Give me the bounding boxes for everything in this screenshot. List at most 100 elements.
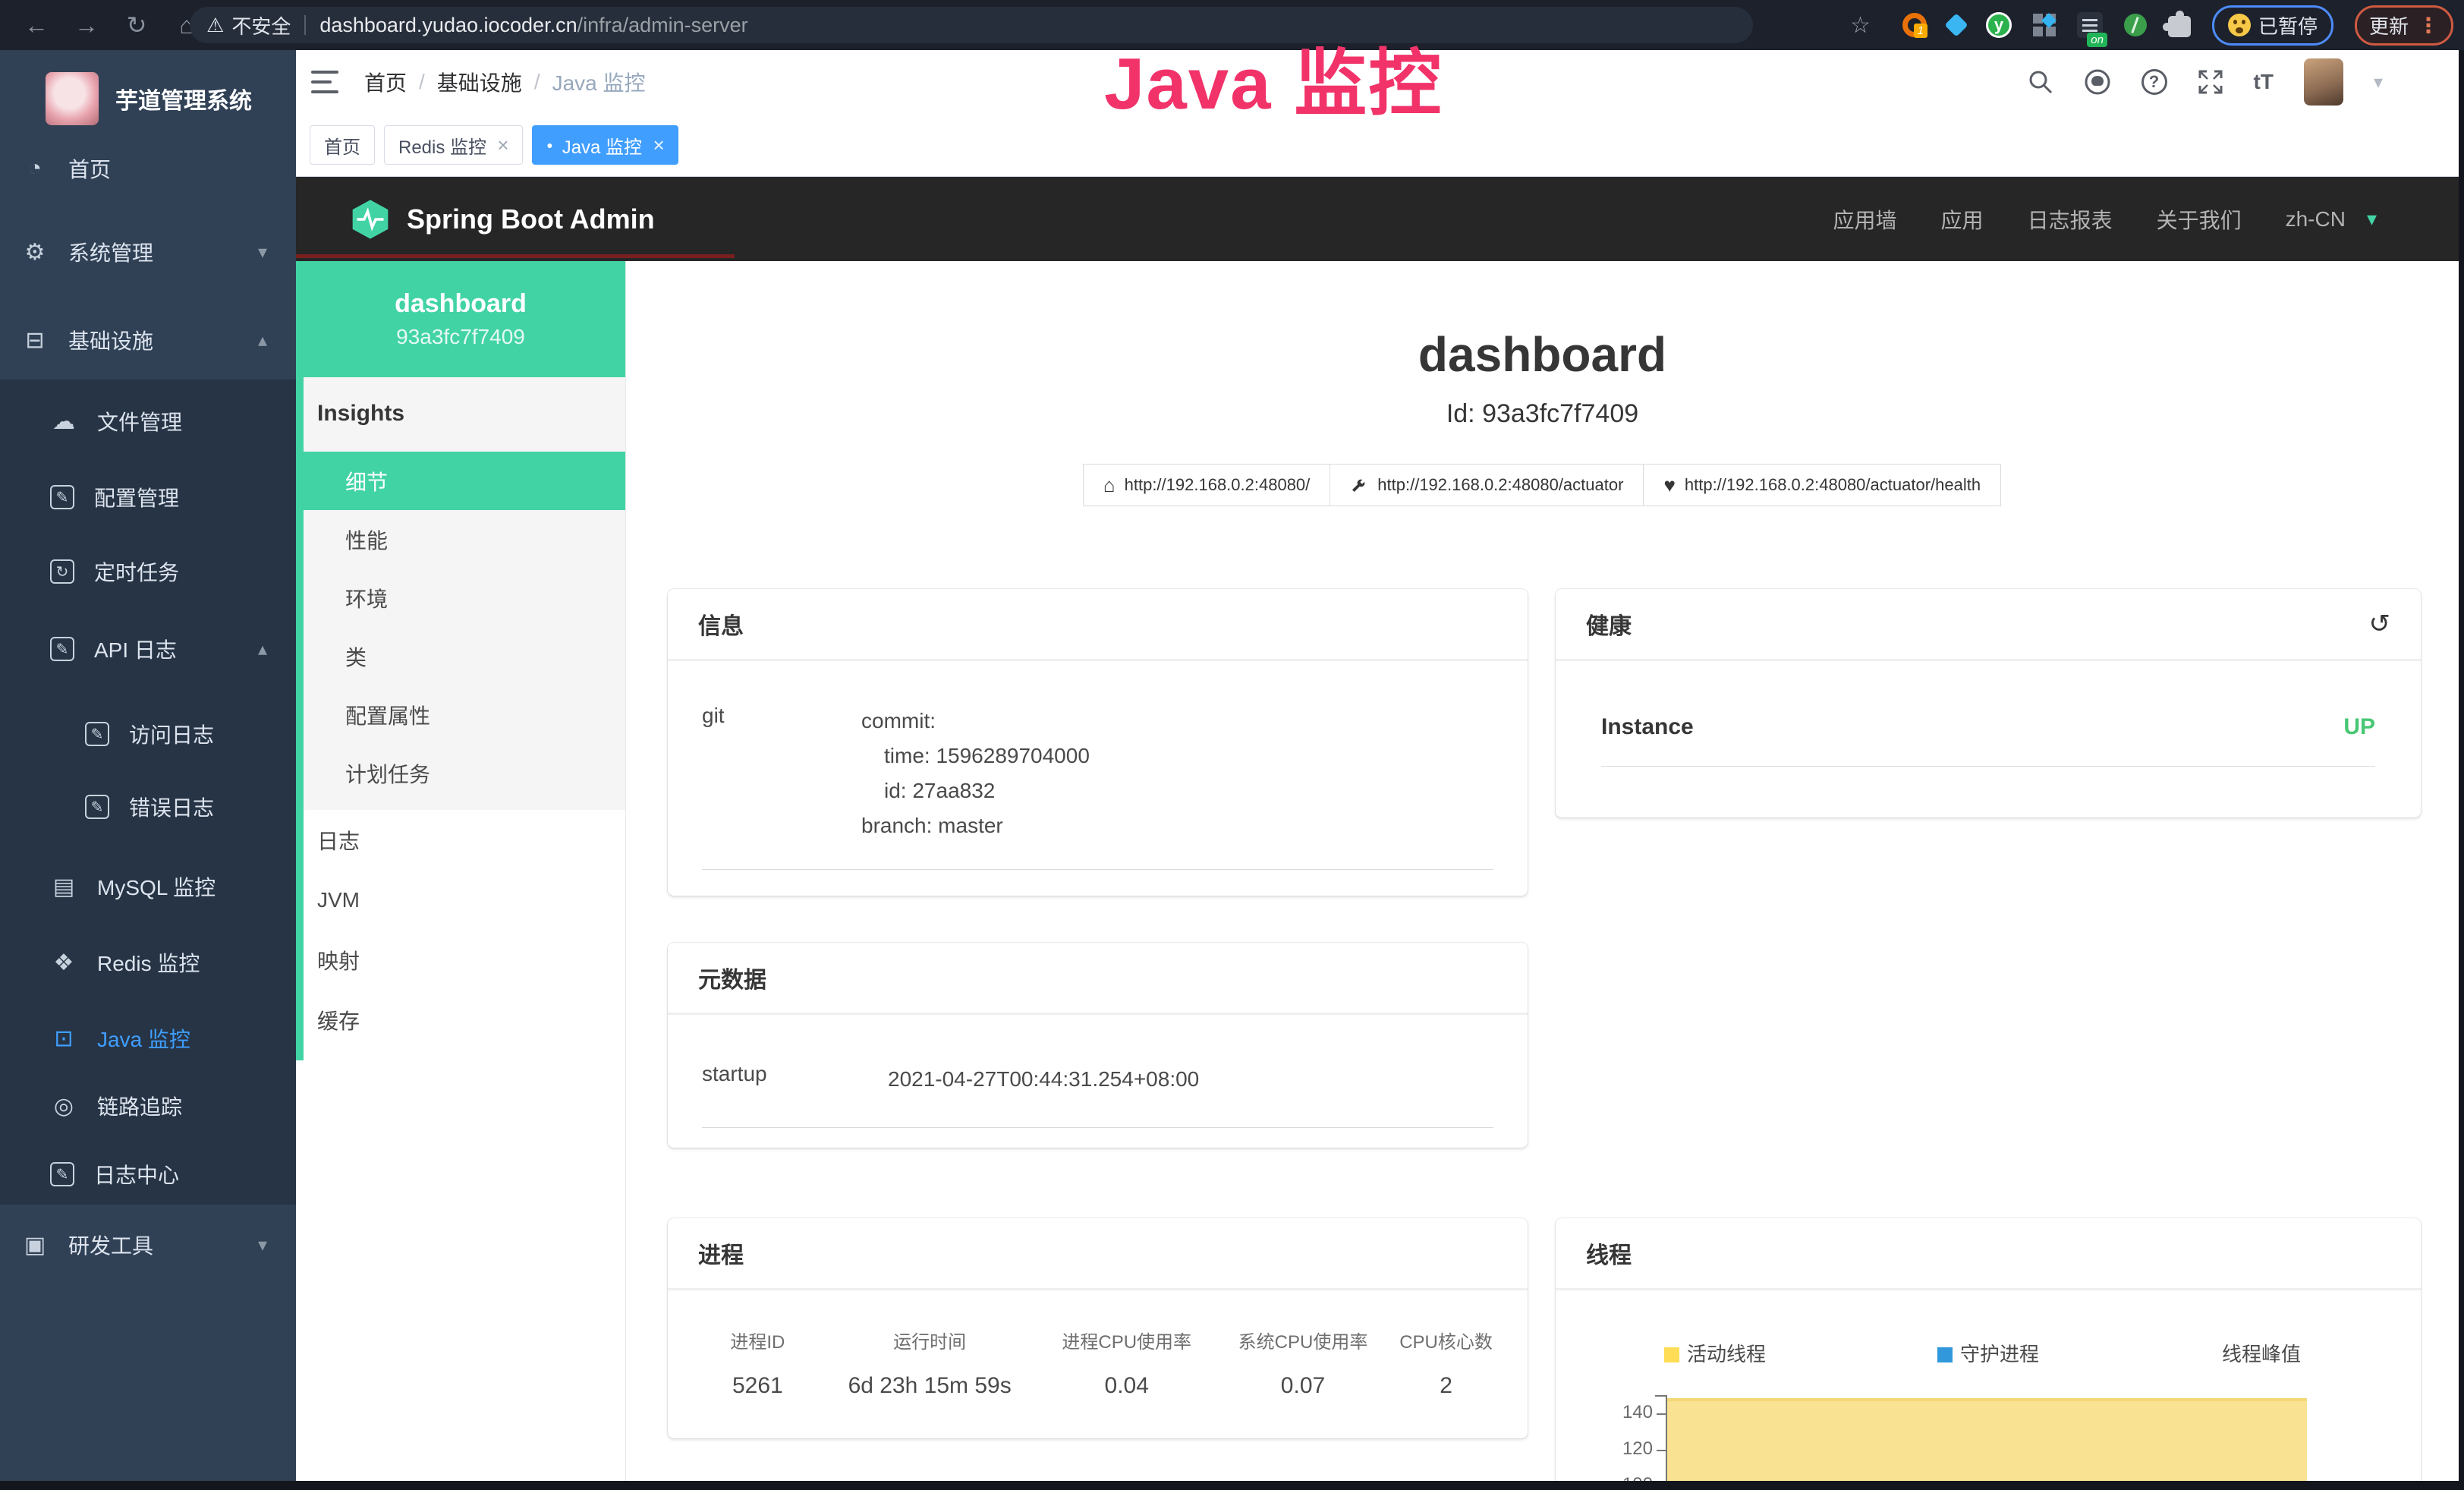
update-label: 更新 [2369,11,2409,39]
sba-menu-item-logs[interactable]: 日志 [304,810,625,870]
user-avatar[interactable] [2304,58,2343,106]
blue-swatch-icon [1937,1347,1953,1362]
instance-header[interactable]: dashboard 93a3fc7f7409 [296,261,625,377]
sidebar-item-error-logs[interactable]: ✎ 错误日志 [0,769,296,845]
sba-menu-item-scheduled[interactable]: 计划任务 [304,744,625,802]
sidebar-item-scheduled-tasks[interactable]: ↻ 定时任务 [0,534,296,610]
paused-button[interactable]: 已暂停 [2212,5,2333,46]
close-icon[interactable]: × [653,134,664,157]
caret-down-icon[interactable]: ▾ [2367,207,2377,231]
sidebar-item-label: 基础设施 [68,325,153,355]
bookmark-star-icon[interactable]: ☆ [1850,12,1871,39]
page-subtitle: Id: 93a3fc7f7409 [626,399,2459,429]
sidebar-item-label: MySQL 监控 [97,871,216,902]
forward-icon[interactable]: → [73,11,100,39]
address-bar[interactable]: ⚠ 不安全 dashboard.yudao.iocoder.cn/infra/a… [190,7,1753,43]
sba-menu-item-classes[interactable]: 类 [304,627,625,685]
sba-nav-applications[interactable]: 应用 [1941,204,1984,235]
breadcrumb-infrastructure[interactable]: 基础设施 [437,67,522,97]
sba-nav-applications-wall[interactable]: 应用墙 [1833,204,1897,235]
breadcrumb-separator: / [419,70,425,94]
app-logo-row[interactable]: 芋道管理系统 [0,61,296,137]
y-tick-label: 100 [1586,1474,1653,1481]
sidebar-item-dev-tools[interactable]: ▣ 研发工具 ▾ [0,1207,296,1283]
help-icon[interactable]: ? [2141,69,2167,95]
sidebar-item-trace[interactable]: ◎ 链路追踪 [0,1068,296,1144]
link-actuator-url[interactable]: http://192.168.0.2:48080/actuator [1330,464,1644,506]
process-pid: 5261 [683,1373,832,1399]
sba-menu-item-environment[interactable]: 环境 [304,569,625,627]
info-value: commit: time: 1596289704000 id: 27aa832 … [861,704,1090,843]
kebab-menu-icon: ⋮ [2418,13,2439,38]
sidebar-item-infrastructure[interactable]: ⊟ 基础设施 ▴ [0,302,296,378]
sba-menu-item-metrics[interactable]: 性能 [304,510,625,569]
divider [304,15,306,35]
extension-icon-green[interactable]: y [1986,12,2012,38]
spring-boot-admin-logo-icon[interactable] [349,198,392,241]
close-icon[interactable]: × [497,134,508,157]
extensions-puzzle-icon[interactable] [2168,16,2191,37]
window-right-edge [2459,50,2464,1490]
sidebar-item-label: 首页 [68,153,111,184]
tab-redis-monitor[interactable]: Redis 监控 × [384,125,523,165]
sidebar-item-label: 链路追踪 [97,1091,182,1121]
fullscreen-icon[interactable] [2198,69,2223,95]
extension-icon-pin[interactable] [1944,13,1968,36]
sidebar-item-log-center[interactable]: ✎ 日志中心 [0,1136,296,1212]
sba-nav-about[interactable]: 关于我们 [2157,204,2242,235]
sidebar-item-java-monitor[interactable]: ⊡ Java 监控 [0,1000,296,1076]
hamburger-menu-icon[interactable] [311,71,338,93]
breadcrumb: 首页 / 基础设施 / Java 监控 [364,67,646,97]
reload-icon[interactable]: ↻ [123,11,150,39]
process-table-header: 进程ID 运行时间 进程CPU使用率 系统CPU使用率 CPU核心数 [683,1327,1512,1353]
sba-menu-item-mappings[interactable]: 映射 [304,930,625,990]
sba-menu-item-details[interactable]: 细节 [304,452,625,510]
sidebar-item-system[interactable]: ⚙ 系统管理 ▾ [0,214,296,290]
extension-icon-list[interactable]: on [2077,12,2103,38]
sidebar-item-label: 文件管理 [97,406,182,436]
sidebar-item-file-management[interactable]: ☁ 文件管理 [0,383,296,459]
annotation-java-monitor: Java 监控 [1104,24,1443,130]
sidebar-item-label: 访问日志 [129,719,214,749]
search-icon[interactable] [2028,69,2053,95]
sidebar-item-mysql-monitor[interactable]: ▤ MySQL 监控 [0,849,296,925]
health-row-instance[interactable]: Instance UP [1601,714,2375,740]
card-title: 线程 [1586,1236,1632,1270]
red-line-artifact [296,254,735,258]
font-size-icon[interactable]: tT [2254,70,2274,94]
column-header: 系统CPU使用率 [1226,1327,1380,1353]
sba-menu-item-jvm[interactable]: JVM [304,870,625,930]
link-home-url[interactable]: ⌂ http://192.168.0.2:48080/ [1083,464,1330,506]
tab-label: Java 监控 [562,132,642,159]
tab-java-monitor[interactable]: ● Java 监控 × [532,125,678,165]
extension-icon-grid[interactable] [2033,14,2056,36]
tab-home[interactable]: 首页 [310,125,375,165]
sba-instance-sidebar: dashboard 93a3fc7f7409 Insights 细节 性能 环境… [296,261,626,1481]
sba-menu-item-config-props[interactable]: 配置属性 [304,685,625,744]
sidebar-item-config-management[interactable]: ✎ 配置管理 [0,459,296,535]
security-label[interactable]: 不安全 [231,11,291,39]
sidebar-item-label: 日志中心 [94,1159,179,1189]
breadcrumb-home[interactable]: 首页 [364,67,407,97]
sidebar-item-home[interactable]: ◔ 首页 [0,131,296,206]
active-dot-icon: ● [546,139,552,151]
sidebar-item-api-logs[interactable]: ✎ API 日志 ▴ [0,611,296,687]
link-health-url[interactable]: ♥ http://192.168.0.2:48080/actuator/heal… [1643,464,2001,506]
sba-language-select[interactable]: zh-CN [2286,207,2346,232]
extension-icon-leaf[interactable] [2124,14,2147,36]
monitor-icon: ⊟ [21,326,49,354]
history-icon[interactable]: ↺ [2369,609,2391,639]
back-icon[interactable]: ← [23,11,50,39]
sidebar-item-redis-monitor[interactable]: ❖ Redis 监控 [0,925,296,1000]
sba-brand-title[interactable]: Spring Boot Admin [407,203,655,235]
column-header: 进程CPU使用率 [1027,1327,1226,1353]
sba-menu-item-caches[interactable]: 缓存 [304,990,625,1050]
sidebar-item-access-logs[interactable]: ✎ 访问日志 [0,696,296,772]
sba-nav-journal[interactable]: 日志报表 [2028,204,2113,235]
git-id-line: id: 27aa832 [861,773,1090,808]
github-icon[interactable] [2084,68,2111,96]
caret-down-icon[interactable]: ▾ [2374,71,2383,93]
live-threads-area [1667,1398,2307,1481]
extension-icon-orange[interactable]: 1 [1902,13,1927,37]
update-button[interactable]: 更新 ⋮ [2355,5,2453,46]
